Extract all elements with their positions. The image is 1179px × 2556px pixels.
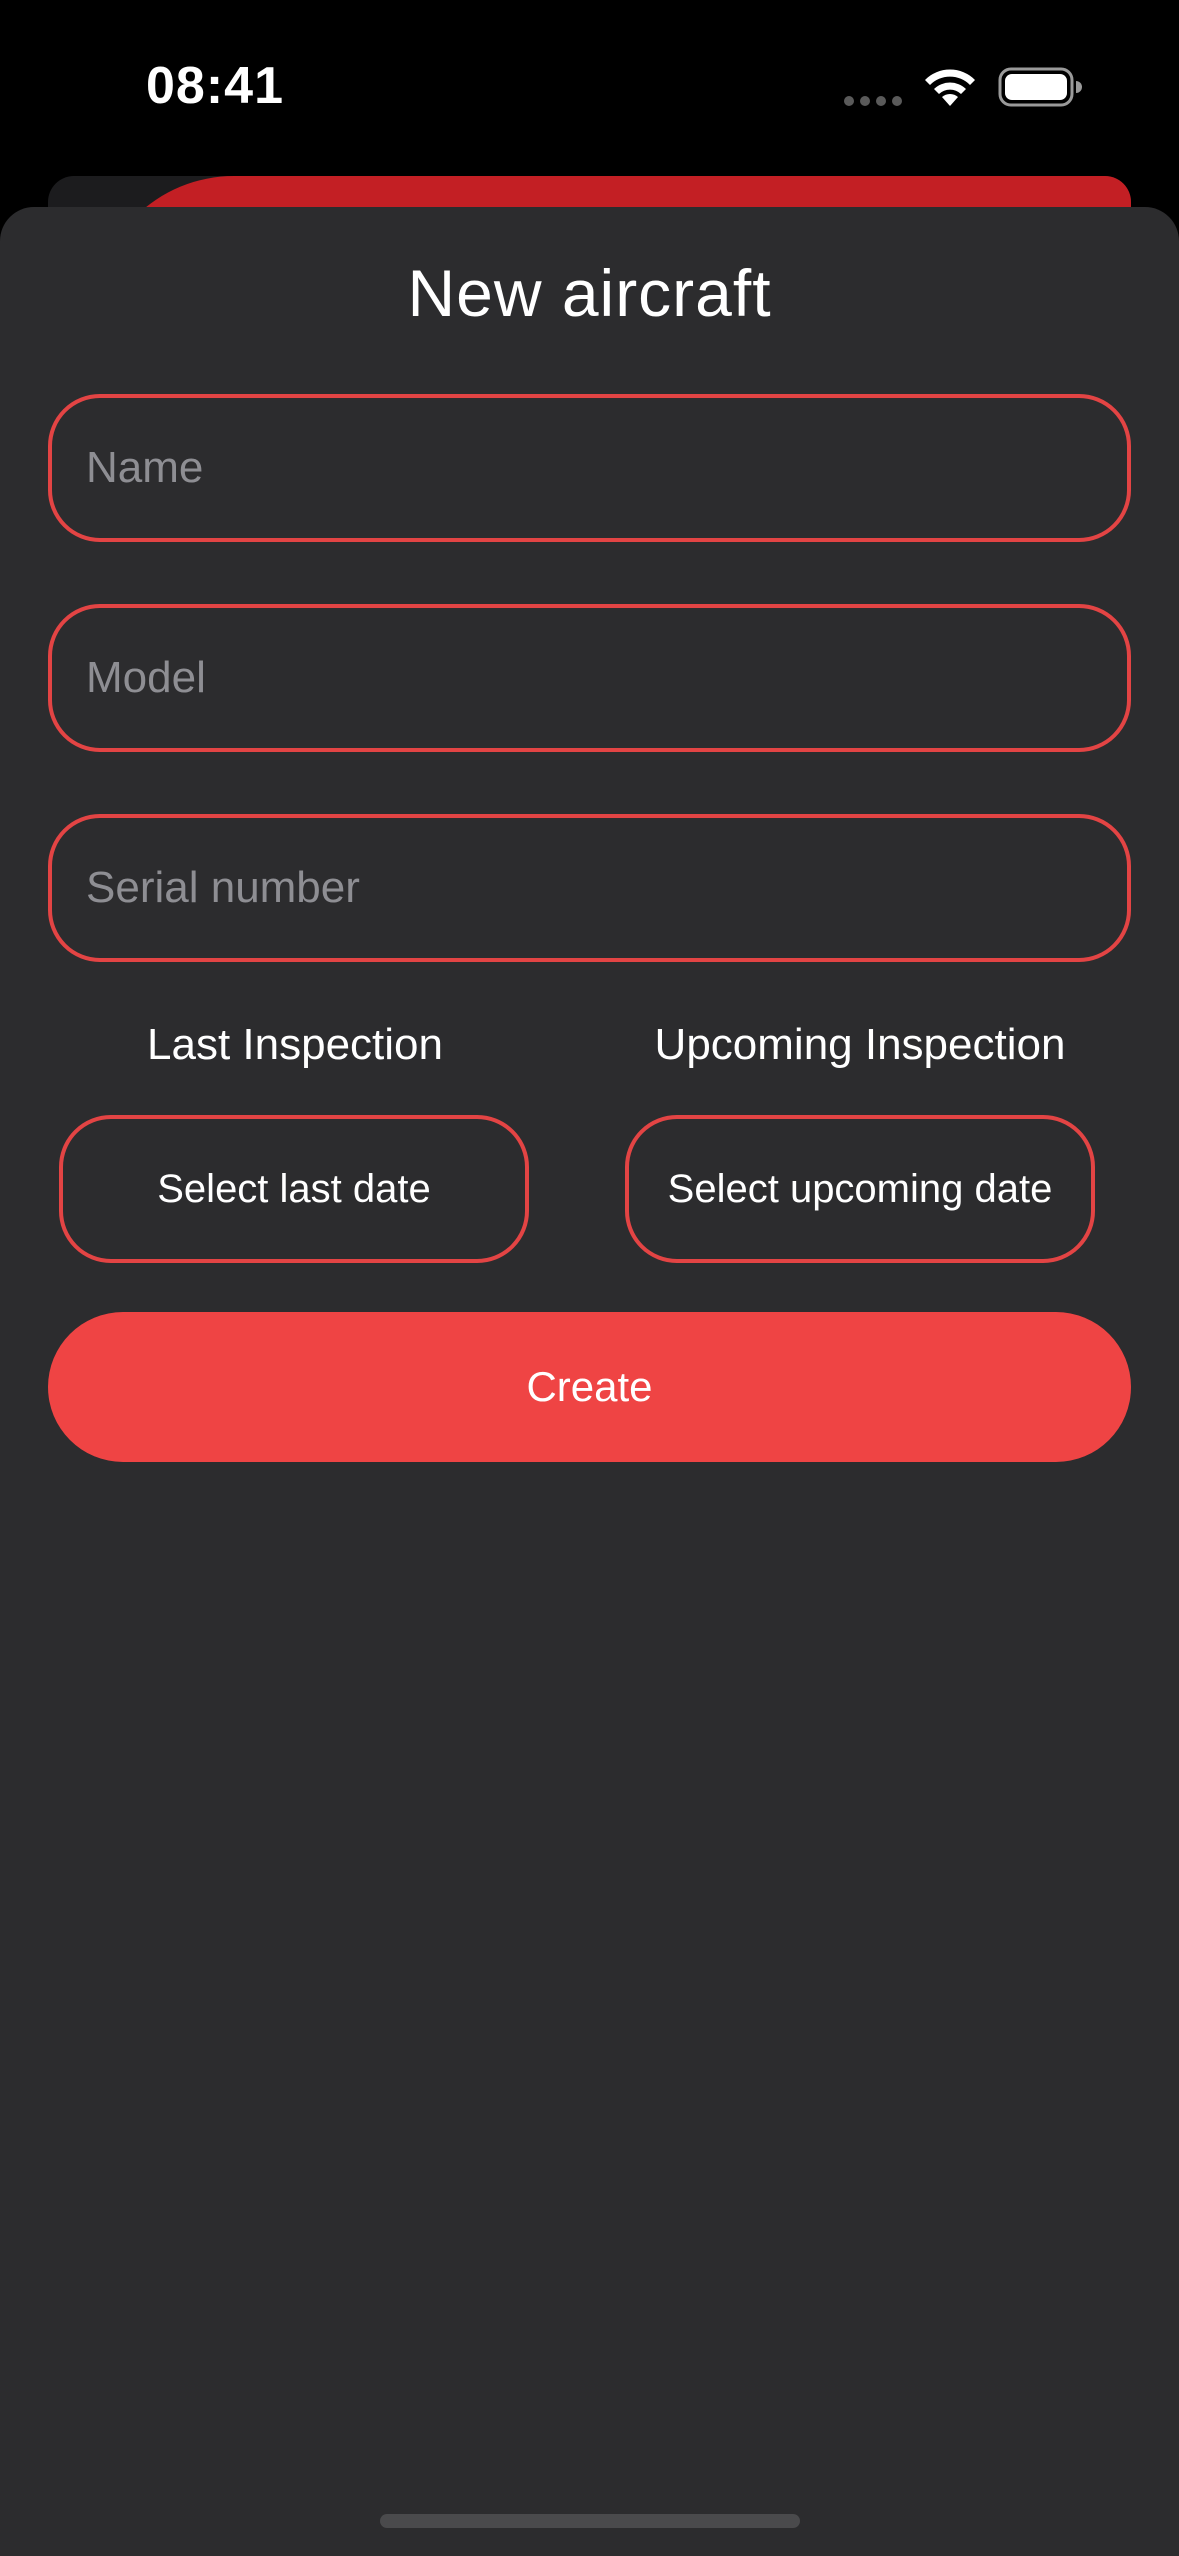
name-input[interactable] [48,394,1131,542]
battery-icon [998,67,1082,107]
last-inspection-label: Last Inspection [147,1020,443,1069]
wifi-icon [925,69,975,106]
status-bar: 08:41 [0,0,1179,176]
sheet-title: New aircraft [407,256,772,330]
create-button[interactable]: Create [48,1312,1131,1462]
select-upcoming-date-button[interactable]: Select upcoming date [625,1115,1095,1263]
model-input[interactable] [48,604,1131,752]
upcoming-inspection-label: Upcoming Inspection [654,1020,1066,1069]
serial-number-input[interactable] [48,814,1131,962]
home-indicator [380,2514,800,2528]
new-aircraft-sheet: New aircraft Last Inspection Upcoming In… [0,207,1179,2556]
select-last-date-button[interactable]: Select last date [59,1115,529,1263]
status-time: 08:41 [146,57,284,115]
cellular-dots-icon [844,94,904,108]
